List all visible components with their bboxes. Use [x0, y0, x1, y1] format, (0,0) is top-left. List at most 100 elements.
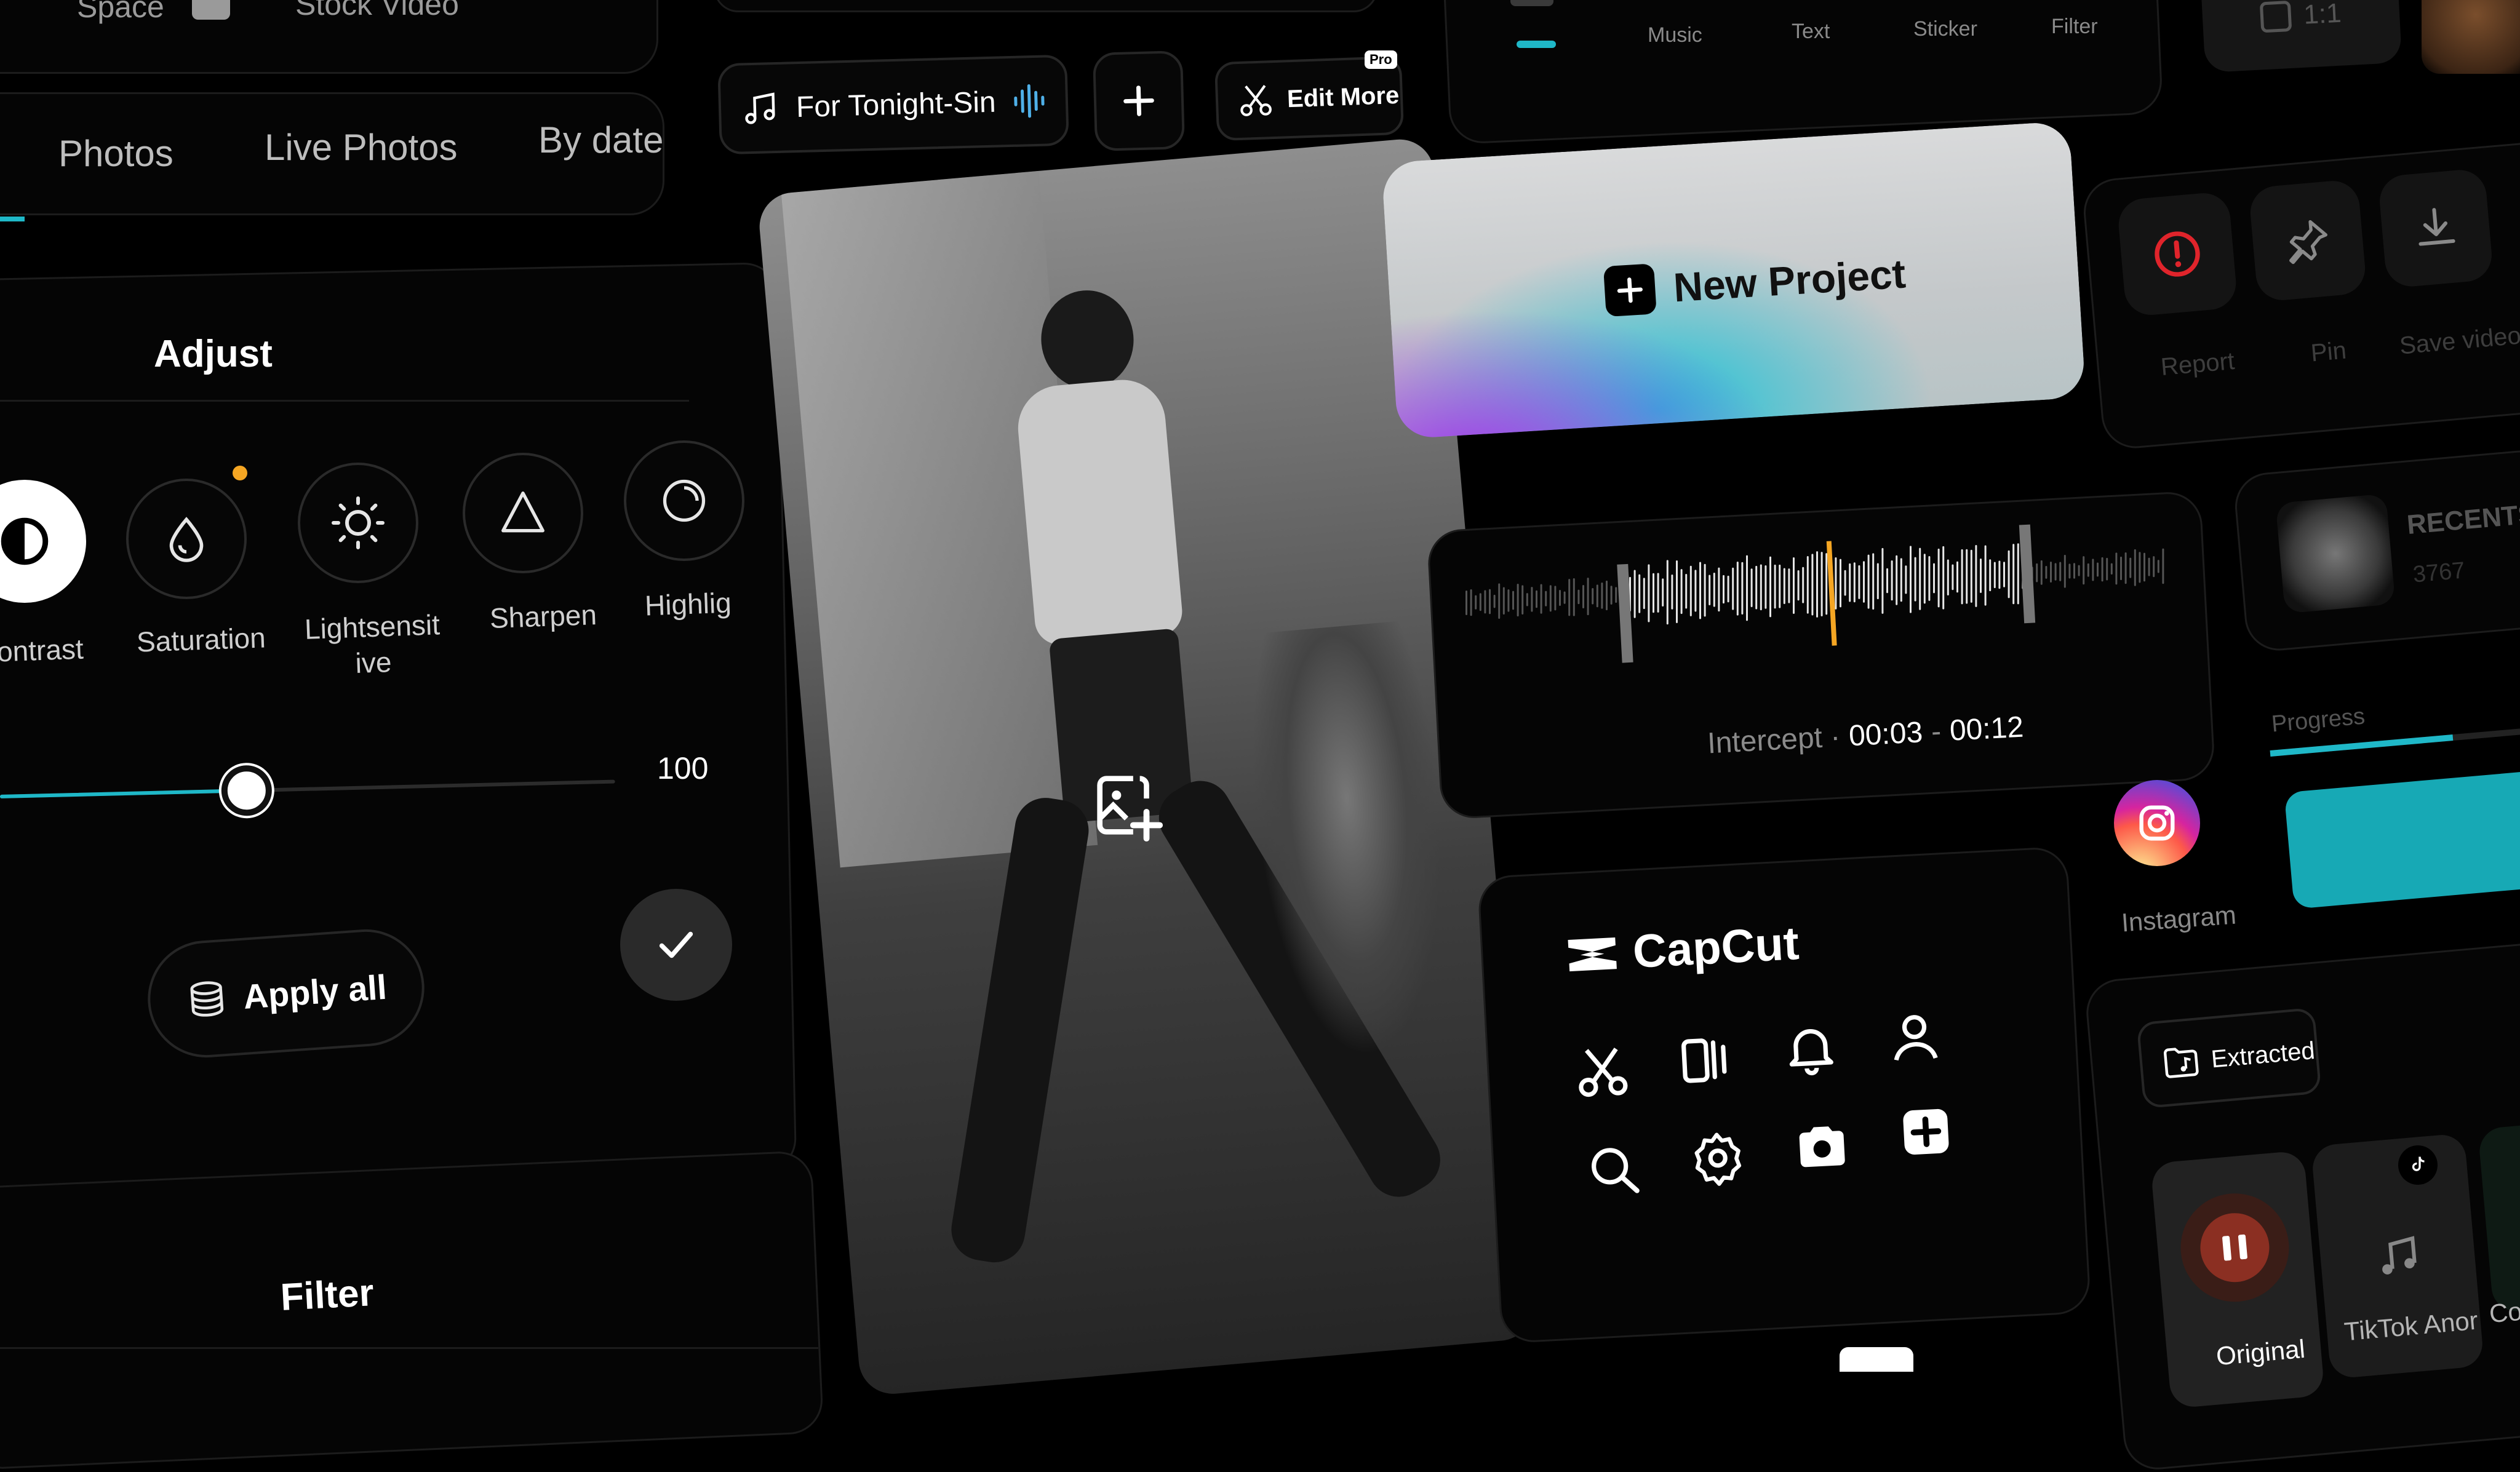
confirm-button[interactable]: [620, 889, 732, 1001]
recents-count: 3767: [2412, 557, 2466, 588]
tab-live-photos[interactable]: Live Photos: [265, 126, 458, 169]
extracted-button[interactable]: Extracted: [2136, 1007, 2322, 1109]
waveform-bar: [1573, 578, 1575, 616]
space-label[interactable]: Space: [77, 0, 164, 25]
profile-image[interactable]: [2422, 0, 2520, 74]
waveform-bar: [1966, 549, 1968, 604]
sound-original[interactable]: [2150, 1150, 2325, 1409]
waveform-bar: [1545, 591, 1547, 607]
waveform-bar: [2054, 563, 2057, 581]
tab-music[interactable]: Music: [1648, 23, 1702, 47]
aspect-ratio-button[interactable]: 1:1: [2199, 0, 2402, 73]
waveform-bar: [1507, 589, 1510, 612]
waveform-bar: [1694, 570, 1697, 612]
tab-active-indicator: [0, 217, 25, 221]
waveform-bar: [1970, 549, 1972, 603]
waveform-bar: [1867, 554, 1870, 609]
apply-all-button[interactable]: Apply all: [143, 925, 429, 1062]
waveform-bar: [1956, 561, 1958, 593]
edit-more-label: Edit More: [1286, 81, 1400, 113]
report-icon: [2155, 231, 2200, 277]
modified-indicator-dot: [233, 466, 247, 480]
bottom-partial-element: [1840, 1347, 1913, 1372]
tool-saturation[interactable]: [126, 479, 247, 599]
waveform-bar: [1793, 557, 1795, 615]
tab-text[interactable]: Text: [1792, 20, 1830, 44]
add-button[interactable]: [1092, 50, 1186, 151]
tool-label-saturation: Saturation: [136, 621, 266, 658]
recents-thumbnail[interactable]: [2275, 493, 2396, 614]
waveform-bar: [2134, 549, 2136, 586]
pause-button[interactable]: [2176, 1188, 2294, 1307]
pin-button[interactable]: [2248, 178, 2367, 303]
waveform-bar: [1811, 554, 1814, 616]
waveform-bar: [1896, 555, 1898, 605]
split-clip-icon[interactable]: [1675, 1029, 1737, 1091]
tool-label-sharpen: Sharpen: [489, 598, 597, 635]
waveform-bar: [2059, 562, 2062, 581]
plus-icon: [1123, 86, 1154, 116]
waveform-bar: [1783, 568, 1785, 605]
waveform-bar: [1760, 564, 1762, 611]
waveform-bar: [1736, 561, 1739, 616]
waveform-bar: [2040, 560, 2043, 585]
tool-sharpen[interactable]: [463, 453, 583, 573]
waveform-bar: [1900, 558, 1902, 602]
waveform-bar: [1914, 557, 1916, 602]
adjust-title: Adjust: [154, 333, 273, 375]
scissors-icon[interactable]: [1571, 1041, 1633, 1103]
waveform-bar: [1937, 548, 1940, 608]
waveform-bar: [2110, 563, 2113, 575]
waveform-bar: [1993, 562, 1996, 589]
waveform-bar: [1653, 573, 1654, 613]
song-pill[interactable]: For Tonight-Sin: [717, 54, 1069, 155]
waveform-bar: [2101, 557, 2103, 582]
chevron-down-icon[interactable]: [192, 0, 230, 20]
tool-highlight[interactable]: [624, 440, 744, 561]
user-icon[interactable]: [1884, 1006, 1946, 1068]
save-video-button[interactable]: [2377, 167, 2494, 289]
audio-waveform[interactable]: [1458, 511, 2196, 664]
slider-thumb[interactable]: [220, 765, 273, 817]
filter-panel: [0, 1150, 824, 1471]
waveform-bar: [1774, 564, 1776, 609]
waveform-bar: [1849, 563, 1851, 602]
progress-block: [2284, 770, 2520, 909]
waveform-bar: [1517, 584, 1519, 617]
tab-photos[interactable]: Photos: [58, 132, 173, 175]
waveform-bar: [1816, 551, 1818, 618]
sound-tiktok[interactable]: [2310, 1132, 2485, 1380]
waveform-bar: [1540, 584, 1542, 614]
waveform-bar: [1952, 564, 1954, 591]
stock-video-label[interactable]: Stock Video: [295, 0, 459, 22]
tab-sticker[interactable]: Sticker: [1913, 17, 1977, 41]
waveform-bar: [1498, 583, 1501, 619]
tool-lightsensitive[interactable]: [298, 463, 418, 583]
waveform-bar: [1489, 589, 1491, 615]
waveform-bar: [1727, 575, 1729, 603]
search-icon[interactable]: [1583, 1139, 1645, 1201]
waveform-bar: [1526, 593, 1528, 607]
waveform-bar: [1676, 560, 1678, 623]
highlight-icon: [663, 479, 706, 522]
new-project-label: New Project: [1672, 250, 1907, 311]
camera-icon[interactable]: [1791, 1115, 1853, 1177]
waveform-bar: [1933, 563, 1935, 594]
tab-by-date[interactable]: By date: [538, 119, 663, 161]
report-button[interactable]: [2116, 191, 2238, 317]
new-project-card[interactable]: New Project: [1381, 121, 2086, 440]
bell-icon[interactable]: [1780, 1017, 1842, 1080]
layers-icon: [190, 981, 224, 1017]
waveform-bar: [1961, 549, 1963, 605]
waveform-bar: [1840, 559, 1841, 608]
add-square-icon[interactable]: [1895, 1101, 1957, 1163]
waveform-bar: [1835, 557, 1837, 610]
add-image-icon[interactable]: [1087, 765, 1166, 845]
instagram-icon[interactable]: [2114, 780, 2200, 866]
tab-filter[interactable]: Filter: [2051, 15, 2098, 39]
waveform-bar: [1657, 573, 1659, 613]
waveform-bar: [1465, 590, 1467, 616]
plus-square-icon: [1603, 263, 1657, 317]
settings-gear-icon[interactable]: [1687, 1127, 1749, 1189]
waveform-bar: [1680, 569, 1683, 615]
